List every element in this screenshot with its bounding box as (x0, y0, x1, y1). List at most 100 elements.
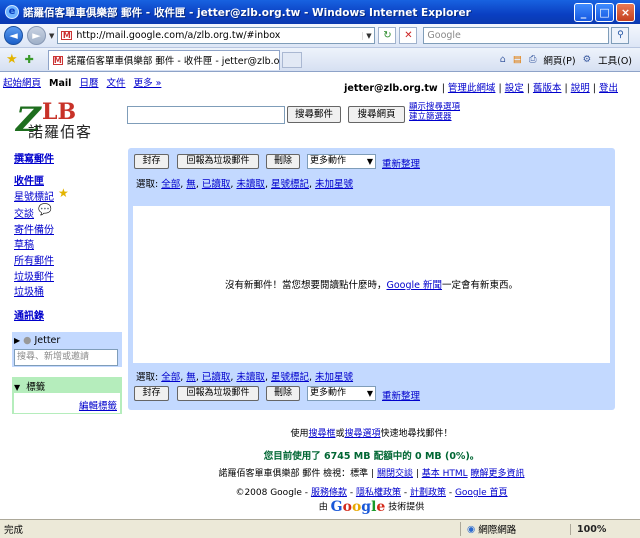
refresh-link[interactable]: 重新整理 (382, 156, 420, 170)
club-logo[interactable]: Z LB 諾羅佰客 (14, 100, 119, 144)
chat-panel: ▶ ● Jetter 搜尋、新增或邀請 (12, 332, 122, 367)
turn-off-chat-link[interactable]: 關閉交談 (377, 469, 413, 479)
maximize-button[interactable]: □ (595, 2, 614, 22)
starred-link[interactable]: 星號標記 (14, 188, 54, 203)
old-version-link[interactable]: 舊版本 (533, 83, 562, 94)
report-spam-button-bottom[interactable]: 回報為垃圾郵件 (177, 386, 259, 401)
stop-icon[interactable]: ✕ (399, 27, 418, 44)
labels-header[interactable]: ▼ 標籤 (14, 379, 120, 393)
edit-labels-link[interactable]: 編輯標籤 (14, 393, 120, 413)
settings-link[interactable]: 設定 (505, 83, 524, 94)
select-starred-bottom[interactable]: 星號標記 (271, 372, 309, 383)
print-icon[interactable]: ⎙ (529, 54, 537, 65)
create-filter-link[interactable]: 建立篩選器 (409, 112, 460, 122)
select-none[interactable]: 無 (186, 179, 196, 190)
chats-link[interactable]: 交談 (14, 205, 34, 220)
manage-domain-link[interactable]: 管理此網域 (448, 83, 496, 94)
all-mail-link[interactable]: 所有郵件 (14, 252, 54, 267)
address-input[interactable]: M http://mail.google.com/a/zlb.org.tw/#i… (57, 27, 376, 44)
select-starred[interactable]: 星號標記 (271, 179, 309, 190)
delete-button-bottom[interactable]: 刪除 (266, 386, 300, 401)
search-options: 顯示搜尋選項 建立篩選器 (409, 102, 460, 122)
nav-docs[interactable]: 文件 (107, 78, 126, 89)
page-menu[interactable]: 網頁(P) (543, 53, 575, 67)
collapse-triangle-icon[interactable]: ▼ (14, 383, 20, 392)
view-prefix: 諾羅佰客單車俱樂部 郵件 檢視：標準 | (218, 469, 375, 479)
google-home-link[interactable]: Google 首頁 (455, 488, 508, 498)
security-zone[interactable]: ◉ 網際網路 (460, 522, 570, 536)
search-box-link[interactable]: 搜尋框 (308, 429, 335, 439)
close-button[interactable]: × (616, 2, 635, 22)
search-mail-button[interactable]: 搜尋郵件 (287, 106, 341, 123)
delete-button[interactable]: 刪除 (266, 154, 300, 169)
archive-button-bottom[interactable]: 封存 (134, 386, 169, 401)
select-unread-bottom[interactable]: 未讀取 (236, 372, 265, 383)
address-dropdown-icon[interactable]: ▼ (362, 31, 374, 40)
privacy-link[interactable]: 隱私權政策 (356, 488, 401, 498)
select-none-bottom[interactable]: 無 (186, 372, 196, 383)
expand-triangle-icon[interactable]: ▶ (14, 336, 20, 345)
search-web-button[interactable]: 搜尋網頁 (348, 106, 405, 123)
spam-link[interactable]: 垃圾郵件 (14, 268, 54, 283)
chat-header[interactable]: ▶ ● Jetter (14, 334, 120, 346)
empty-text-after: 一定會有新東西。 (442, 280, 519, 291)
terms-link[interactable]: 服務條款 (311, 488, 347, 498)
more-actions-select[interactable]: 更多動作 ▼ (307, 154, 376, 169)
select-unstarred[interactable]: 未加星號 (315, 179, 353, 190)
dropdown-arrow-icon: ▼ (366, 157, 373, 166)
chat-bubble-icon: 💬 (38, 203, 52, 216)
search-options-link[interactable]: 搜尋選項 (345, 429, 381, 439)
tools-menu[interactable]: 工具(O) (598, 53, 632, 67)
nav-home[interactable]: 起始網頁 (3, 78, 41, 89)
drafts-link[interactable]: 草稿 (14, 236, 34, 251)
more-actions-select-bottom[interactable]: 更多動作 ▼ (307, 386, 376, 401)
show-search-options-link[interactable]: 顯示搜尋選項 (409, 102, 460, 112)
address-url[interactable]: http://mail.google.com/a/zlb.org.tw/#inb… (76, 30, 362, 41)
select-unstarred-bottom[interactable]: 未加星號 (315, 372, 353, 383)
select-read[interactable]: 已讀取 (202, 179, 231, 190)
select-unread[interactable]: 未讀取 (236, 179, 265, 190)
command-bar: ⌂ ▤ ⎙ 網頁(P) ⚙ 工具(O) (500, 53, 632, 67)
contacts-link[interactable]: 通訊錄 (14, 307, 44, 322)
chat-search-input[interactable]: 搜尋、新增或邀請 (14, 349, 118, 366)
feeds-icon[interactable]: ▤ (513, 54, 522, 65)
trash-link[interactable]: 垃圾桶 (14, 283, 44, 298)
browser-search-input[interactable]: Google (423, 27, 610, 44)
history-dropdown-icon[interactable]: ▼ (49, 32, 54, 40)
select-row-bottom: 選取: 全部, 無, 已讀取, 未讀取, 星號標記, 未加星號 (136, 372, 354, 383)
tip-mid: 或 (335, 429, 345, 439)
nav-more[interactable]: 更多 » (134, 78, 162, 89)
search-go-icon[interactable]: ⚲ (611, 27, 630, 44)
window-title-bar: e 諾羅佰客單車俱樂部 郵件 - 收件匣 - jetter@zlb.org.tw… (0, 0, 640, 24)
help-link[interactable]: 說明 (571, 83, 590, 94)
nav-calendar[interactable]: 日曆 (79, 78, 98, 89)
refresh-icon[interactable]: ↻ (378, 27, 397, 44)
program-policy-link[interactable]: 計劃政策 (410, 488, 446, 498)
report-spam-button[interactable]: 回報為垃圾郵件 (177, 154, 259, 169)
logo-name: 諾羅佰客 (28, 123, 93, 141)
sign-out-link[interactable]: 登出 (599, 83, 618, 94)
home-icon[interactable]: ⌂ (500, 54, 506, 65)
refresh-link-bottom[interactable]: 重新整理 (382, 388, 420, 402)
active-tab[interactable]: M 諾羅佰客單車俱樂部 郵件 - 收件匣 - jetter@zlb.org... (47, 49, 280, 70)
mail-search-input[interactable] (127, 106, 285, 124)
new-tab-button[interactable] (281, 51, 302, 68)
more-actions-label: 更多動作 (310, 156, 347, 166)
inbox-link[interactable]: 收件匣 (14, 172, 44, 187)
favorites-star-icon[interactable]: ★ (6, 52, 18, 67)
select-all-bottom[interactable]: 全部 (161, 372, 180, 383)
select-all[interactable]: 全部 (161, 179, 180, 190)
archive-button[interactable]: 封存 (134, 154, 169, 169)
learn-more-link[interactable]: 瞭解更多資訊 (471, 469, 525, 479)
back-button[interactable]: ◄ (4, 26, 23, 45)
forward-button[interactable]: ► (27, 26, 46, 45)
select-read-bottom[interactable]: 已讀取 (202, 372, 231, 383)
compose-link[interactable]: 撰寫郵件 (14, 150, 54, 165)
sent-link[interactable]: 寄件備份 (14, 221, 54, 236)
google-news-link[interactable]: Google 新聞 (386, 280, 442, 291)
more-actions-label-bottom: 更多動作 (310, 388, 347, 398)
zoom-level[interactable]: 100% (570, 523, 640, 535)
minimize-button[interactable]: _ (574, 2, 593, 22)
add-favorites-icon[interactable]: ✚ (25, 53, 34, 66)
basic-html-link[interactable]: 基本 HTML (422, 469, 468, 479)
